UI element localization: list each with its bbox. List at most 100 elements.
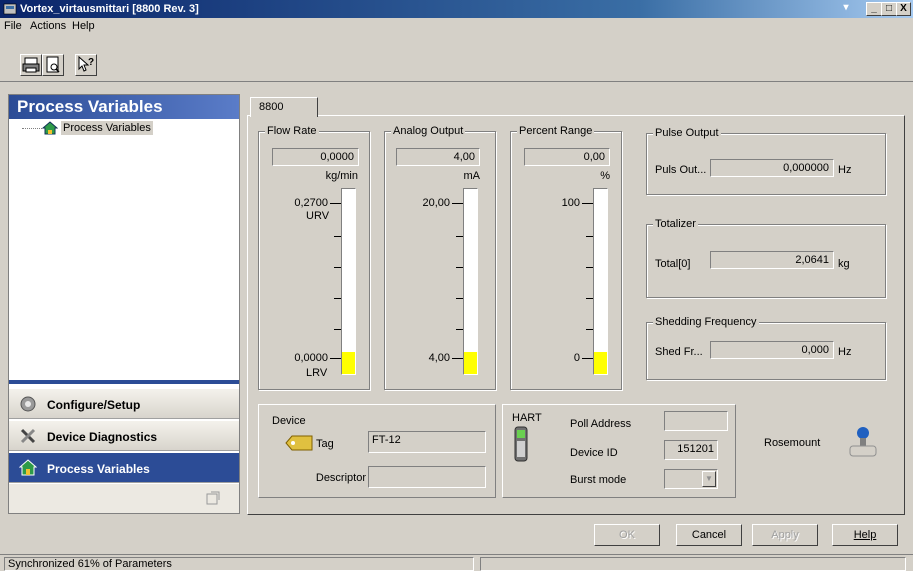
status-text: Synchronized 61% of Parameters: [4, 557, 474, 571]
tag-field[interactable]: FT-12: [368, 431, 486, 453]
percent-range-tick: [586, 298, 593, 299]
analog-output-tick: [452, 203, 463, 204]
totalizer-field-label: Total[0]: [655, 258, 691, 270]
analog-output-tick: [456, 298, 463, 299]
analog-output-tick: [456, 267, 463, 268]
shedding-frequency-field-label: Shed Fr...: [655, 346, 703, 358]
burst-mode-select[interactable]: ▼: [664, 469, 718, 489]
hart-communicator-icon: [514, 426, 528, 462]
flow-rate-urv-label: URV: [306, 210, 330, 222]
app-icon: [3, 3, 17, 15]
nav-footer: [9, 484, 239, 513]
flow-rate-label: Flow Rate: [265, 125, 319, 137]
percent-range-gauge: [593, 188, 608, 375]
tag-icon: [285, 435, 313, 451]
nav-splitter[interactable]: [9, 380, 239, 384]
device-id-label: Device ID: [570, 447, 618, 459]
menu-actions[interactable]: Actions: [30, 20, 66, 32]
flow-rate-gauge: [341, 188, 356, 375]
nav-button-configure-setup[interactable]: Configure/Setup: [9, 388, 239, 419]
cancel-button[interactable]: Cancel: [676, 524, 742, 546]
percent-range-tick: [586, 236, 593, 237]
flow-rate-tick: [330, 203, 341, 204]
apply-button[interactable]: Apply: [752, 524, 818, 546]
nav-options-icon[interactable]: [205, 490, 221, 506]
percent-range-fill: [594, 351, 607, 374]
maximize-button[interactable]: □: [881, 2, 897, 16]
poll-address-field[interactable]: [664, 411, 728, 431]
flow-rate-tick: [334, 236, 341, 237]
flow-rate-fill: [342, 351, 355, 374]
status-section-2: [480, 557, 906, 571]
totalizer-unit: kg: [838, 258, 850, 270]
chevron-down-icon[interactable]: ▼: [702, 471, 716, 487]
percent-range-tick: [586, 329, 593, 330]
ok-button[interactable]: OK: [594, 524, 660, 546]
navigation-pane: [8, 94, 240, 514]
close-button[interactable]: X: [896, 2, 911, 16]
printer-icon: [22, 57, 40, 73]
home-icon: [19, 459, 37, 476]
print-preview-icon: [46, 56, 60, 73]
pulse-output-unit: Hz: [838, 164, 852, 176]
menu-help[interactable]: Help: [72, 20, 95, 32]
minimize-button[interactable]: _: [866, 2, 882, 16]
nav-button-process-variables[interactable]: Process Variables: [9, 452, 239, 483]
print-preview-button[interactable]: [42, 54, 64, 76]
pulse-output-field-label: Puls Out...: [655, 164, 707, 176]
analog-output-value: 4,00: [396, 148, 480, 166]
analog-output-gauge: [463, 188, 478, 375]
window-title: Vortex_virtausmittari [8800 Rev. 3]: [20, 3, 199, 15]
home-icon: [42, 121, 58, 135]
percent-range-unit: %: [600, 170, 610, 182]
percent-range-value: 0,00: [524, 148, 610, 166]
device-id-field: 151201: [664, 440, 718, 460]
menu-file[interactable]: File: [4, 20, 22, 32]
burst-mode-label: Burst mode: [570, 474, 627, 486]
descriptor-label: Descriptor: [315, 472, 366, 484]
analog-output-label: Analog Output: [391, 125, 466, 137]
flow-rate-tick: [334, 267, 341, 268]
transmitter-icon: [849, 427, 877, 457]
flow-rate-tick: [334, 329, 341, 330]
nav-button-device-diagnostics[interactable]: Device Diagnostics: [9, 420, 239, 451]
analog-output-tick: [456, 236, 463, 237]
analog-output-max: 20,00: [422, 197, 450, 209]
shedding-frequency-label: Shedding Frequency: [653, 316, 759, 328]
analog-output-unit: mA: [463, 170, 481, 182]
percent-range-tick: [586, 267, 593, 268]
help-pointer-icon: ?: [78, 55, 94, 72]
percent-range-tick: [582, 358, 593, 359]
flow-rate-urv-value: 0,2700: [294, 197, 328, 209]
flow-rate-tick: [334, 298, 341, 299]
analog-output-fill: [464, 351, 477, 374]
print-button[interactable]: [20, 54, 42, 76]
analog-output-min: 4,00: [428, 352, 450, 364]
percent-range-tick: [582, 203, 593, 204]
title-bar[interactable]: Vortex_virtausmittari [8800 Rev. 3] ▾ _ …: [0, 0, 913, 18]
descriptor-field[interactable]: [368, 466, 486, 488]
shedding-frequency-unit: Hz: [838, 346, 852, 358]
tree-item-process-variables[interactable]: Process Variables: [61, 121, 153, 135]
totalizer-value: 2,0641: [710, 251, 834, 269]
tag-label: Tag: [316, 438, 334, 450]
tab-8800[interactable]: 8800: [250, 97, 318, 117]
analog-output-tick: [452, 358, 463, 359]
system-menu-arrow[interactable]: ▾: [838, 2, 854, 16]
context-help-button[interactable]: ?: [75, 54, 97, 76]
hart-label: HART: [512, 412, 542, 424]
percent-range-min: 0: [573, 352, 580, 364]
toolbar: [0, 36, 913, 82]
device-label: Device: [272, 415, 306, 427]
flow-rate-lrv-value: 0,0000: [294, 352, 328, 364]
flow-rate-lrv-label: LRV: [306, 367, 328, 379]
status-bar: Synchronized 61% of Parameters: [0, 554, 913, 571]
gear-icon: [20, 396, 36, 412]
menu-bar: File Actions Help: [0, 18, 913, 36]
analog-output-tick: [456, 329, 463, 330]
svg-text:?: ?: [88, 57, 94, 68]
percent-range-label: Percent Range: [517, 125, 595, 137]
help-button[interactable]: Help: [832, 524, 898, 546]
poll-address-label: Poll Address: [570, 418, 632, 430]
totalizer-label: Totalizer: [653, 218, 698, 230]
